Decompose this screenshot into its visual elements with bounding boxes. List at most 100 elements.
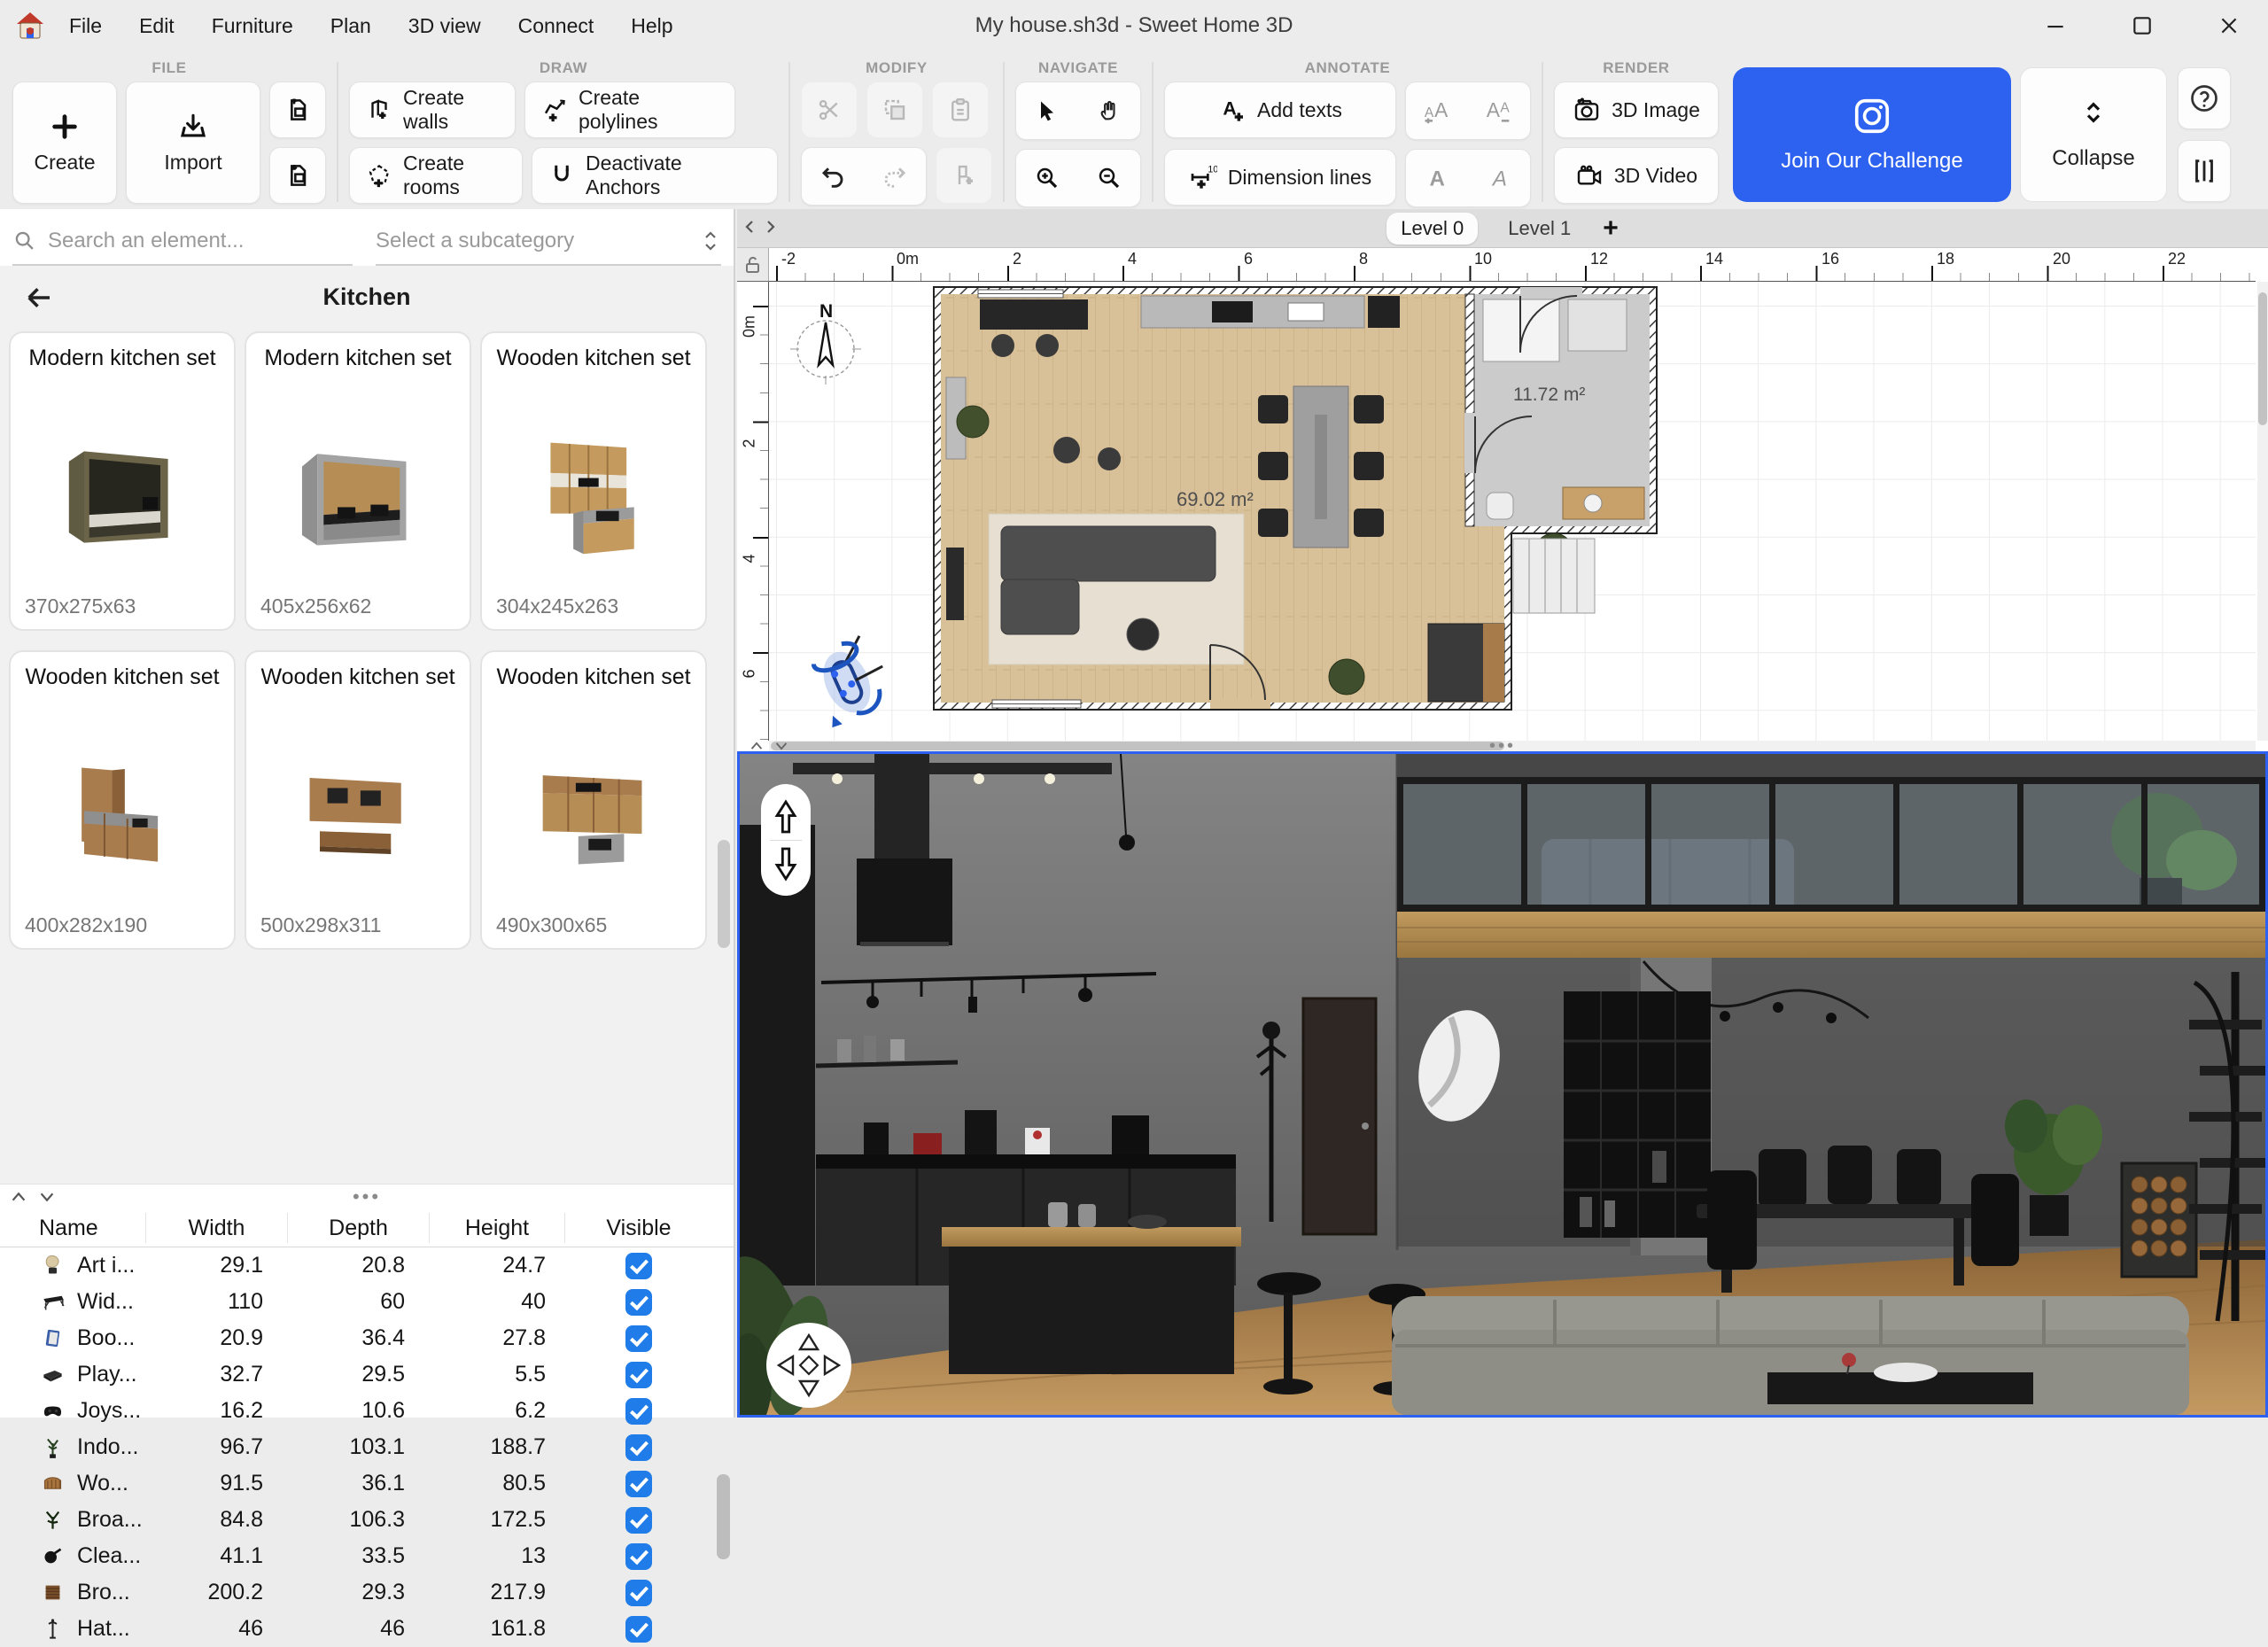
- move-up-icon[interactable]: [771, 799, 801, 835]
- visible-checkbox[interactable]: [625, 1362, 652, 1388]
- increase-text-size-button[interactable]: AA: [1406, 82, 1468, 139]
- create-button[interactable]: Create: [12, 82, 117, 204]
- table-row[interactable]: Wo... 91.536.180.5: [0, 1465, 734, 1502]
- split-up-icon[interactable]: [748, 740, 765, 752]
- back-button[interactable]: [19, 278, 58, 317]
- catalog-table-divider[interactable]: •••: [0, 1184, 734, 1208]
- zoom-out-button[interactable]: [1078, 150, 1140, 206]
- scroll-left-icon[interactable]: [742, 218, 757, 236]
- 3d-video-button[interactable]: 3D Video: [1554, 147, 1719, 204]
- visible-checkbox[interactable]: [625, 1507, 652, 1534]
- table-row[interactable]: Clea... 41.133.513: [0, 1538, 734, 1574]
- join-challenge-button[interactable]: Join Our Challenge: [1733, 67, 2011, 202]
- page-up-icon[interactable]: [9, 1189, 28, 1205]
- toggle-panels-button[interactable]: [2178, 140, 2231, 202]
- import-button[interactable]: Import: [126, 82, 260, 204]
- 3d-navigation-dpad[interactable]: [766, 1323, 851, 1408]
- menu-help[interactable]: Help: [631, 14, 672, 38]
- split-down-icon[interactable]: [773, 740, 790, 752]
- floor-plan-canvas[interactable]: 69.02 m² 11.72 m² N: [769, 282, 2256, 741]
- menu-3d-view[interactable]: 3D view: [408, 14, 481, 38]
- deactivate-anchors-button[interactable]: Deactivate Anchors: [532, 147, 778, 204]
- scroll-right-icon[interactable]: [764, 218, 778, 236]
- column-header-visible[interactable]: Visible: [565, 1213, 712, 1243]
- catalog-item[interactable]: Modern kitchen set 405x256x62: [245, 331, 471, 631]
- add-level-button[interactable]: +: [1603, 215, 1619, 242]
- menu-edit[interactable]: Edit: [139, 14, 175, 38]
- visible-checkbox[interactable]: [625, 1580, 652, 1606]
- create-rooms-button[interactable]: Create rooms: [349, 147, 523, 204]
- catalog-item[interactable]: Wooden kitchen set 500x298x311: [245, 650, 471, 950]
- tab-level-0[interactable]: Level 0: [1386, 213, 1478, 245]
- menu-file[interactable]: File: [69, 14, 102, 38]
- page-down-icon[interactable]: [37, 1189, 57, 1205]
- visible-checkbox[interactable]: [625, 1398, 652, 1425]
- maximize-button[interactable]: [2124, 8, 2160, 43]
- create-polylines-button[interactable]: Create polylines: [524, 82, 735, 138]
- visible-checkbox[interactable]: [625, 1434, 652, 1461]
- table-row[interactable]: Hat... 4646161.8: [0, 1611, 734, 1647]
- search-input[interactable]: [48, 229, 353, 253]
- catalog-item[interactable]: Wooden kitchen set 490: [480, 650, 707, 950]
- table-row[interactable]: Art i... 29.120.824.7: [0, 1247, 734, 1284]
- table-scrollbar[interactable]: [717, 1474, 730, 1559]
- export-home-button[interactable]: [269, 147, 326, 204]
- elevation-control[interactable]: [761, 784, 811, 896]
- italic-style-button[interactable]: A: [1468, 150, 1530, 206]
- cut-button[interactable]: [801, 82, 858, 138]
- table-row[interactable]: Joys... 16.210.66.2: [0, 1393, 734, 1429]
- divider-drag-handle-icon[interactable]: •••: [353, 1185, 381, 1208]
- menu-furniture[interactable]: Furniture: [212, 14, 293, 38]
- pan-tool-button[interactable]: [1078, 82, 1140, 139]
- undo-button[interactable]: [802, 148, 864, 205]
- 3d-view[interactable]: [737, 751, 2268, 1418]
- bold-style-button[interactable]: A: [1406, 150, 1468, 206]
- table-row[interactable]: Boo... 20.936.427.8: [0, 1320, 734, 1356]
- table-row[interactable]: Indo... 96.7103.1188.7: [0, 1429, 734, 1465]
- table-row[interactable]: Play... 32.729.55.5: [0, 1356, 734, 1393]
- close-icon: [2218, 14, 2241, 37]
- add-texts-button[interactable]: A Add texts: [1164, 82, 1396, 138]
- table-row[interactable]: Wid... 1106040: [0, 1284, 734, 1320]
- dimension-lines-button[interactable]: 10 Dimension lines: [1164, 149, 1396, 206]
- visible-checkbox[interactable]: [625, 1471, 652, 1497]
- help-button[interactable]: [2178, 67, 2231, 129]
- decrease-text-size-button[interactable]: AA: [1468, 82, 1530, 139]
- select-tool-button[interactable]: [1016, 82, 1078, 139]
- visible-checkbox[interactable]: [625, 1253, 652, 1279]
- column-header-name[interactable]: Name: [0, 1213, 146, 1243]
- catalog-item[interactable]: Wooden kitchen set: [480, 331, 707, 631]
- zoom-in-button[interactable]: [1016, 150, 1078, 206]
- visible-checkbox[interactable]: [625, 1543, 652, 1570]
- visible-checkbox[interactable]: [625, 1289, 652, 1316]
- subcategory-select[interactable]: Select a subcategory: [376, 218, 721, 266]
- collapse-toolbar-button[interactable]: Collapse: [2020, 67, 2167, 202]
- visible-checkbox[interactable]: [625, 1325, 652, 1352]
- import-home-button[interactable]: [269, 82, 326, 138]
- paste-button[interactable]: [932, 82, 989, 138]
- create-walls-button[interactable]: Create walls: [349, 82, 516, 138]
- close-button[interactable]: [2211, 8, 2247, 43]
- catalog-item[interactable]: Wooden kitchen set 400x282x190: [9, 650, 236, 950]
- office-chair: [991, 334, 1014, 357]
- menu-connect[interactable]: Connect: [518, 14, 594, 38]
- unlock-icon[interactable]: [742, 254, 764, 276]
- column-header-width[interactable]: Width: [146, 1213, 288, 1243]
- catalog-scrollbar[interactable]: [718, 840, 730, 948]
- 3d-image-button[interactable]: 3D Image: [1554, 82, 1719, 138]
- menu-plan[interactable]: Plan: [330, 14, 371, 38]
- plan-vertical-scrollbar[interactable]: [2257, 282, 2268, 741]
- minimize-button[interactable]: [2038, 8, 2073, 43]
- move-down-icon[interactable]: [771, 846, 801, 882]
- item-thumbnail: [482, 399, 705, 594]
- table-row[interactable]: Broa... 84.8106.3172.5: [0, 1502, 734, 1538]
- column-header-height[interactable]: Height: [430, 1213, 565, 1243]
- add-furniture-button[interactable]: [936, 147, 992, 204]
- catalog-item[interactable]: Modern kitchen set 370x275x63: [9, 331, 236, 631]
- visible-checkbox[interactable]: [625, 1616, 652, 1643]
- redo-button[interactable]: [864, 148, 926, 205]
- copy-button[interactable]: [866, 82, 923, 138]
- table-row[interactable]: Bro... 200.229.3217.9: [0, 1574, 734, 1611]
- column-header-depth[interactable]: Depth: [288, 1213, 430, 1243]
- tab-level-1[interactable]: Level 1: [1494, 213, 1585, 245]
